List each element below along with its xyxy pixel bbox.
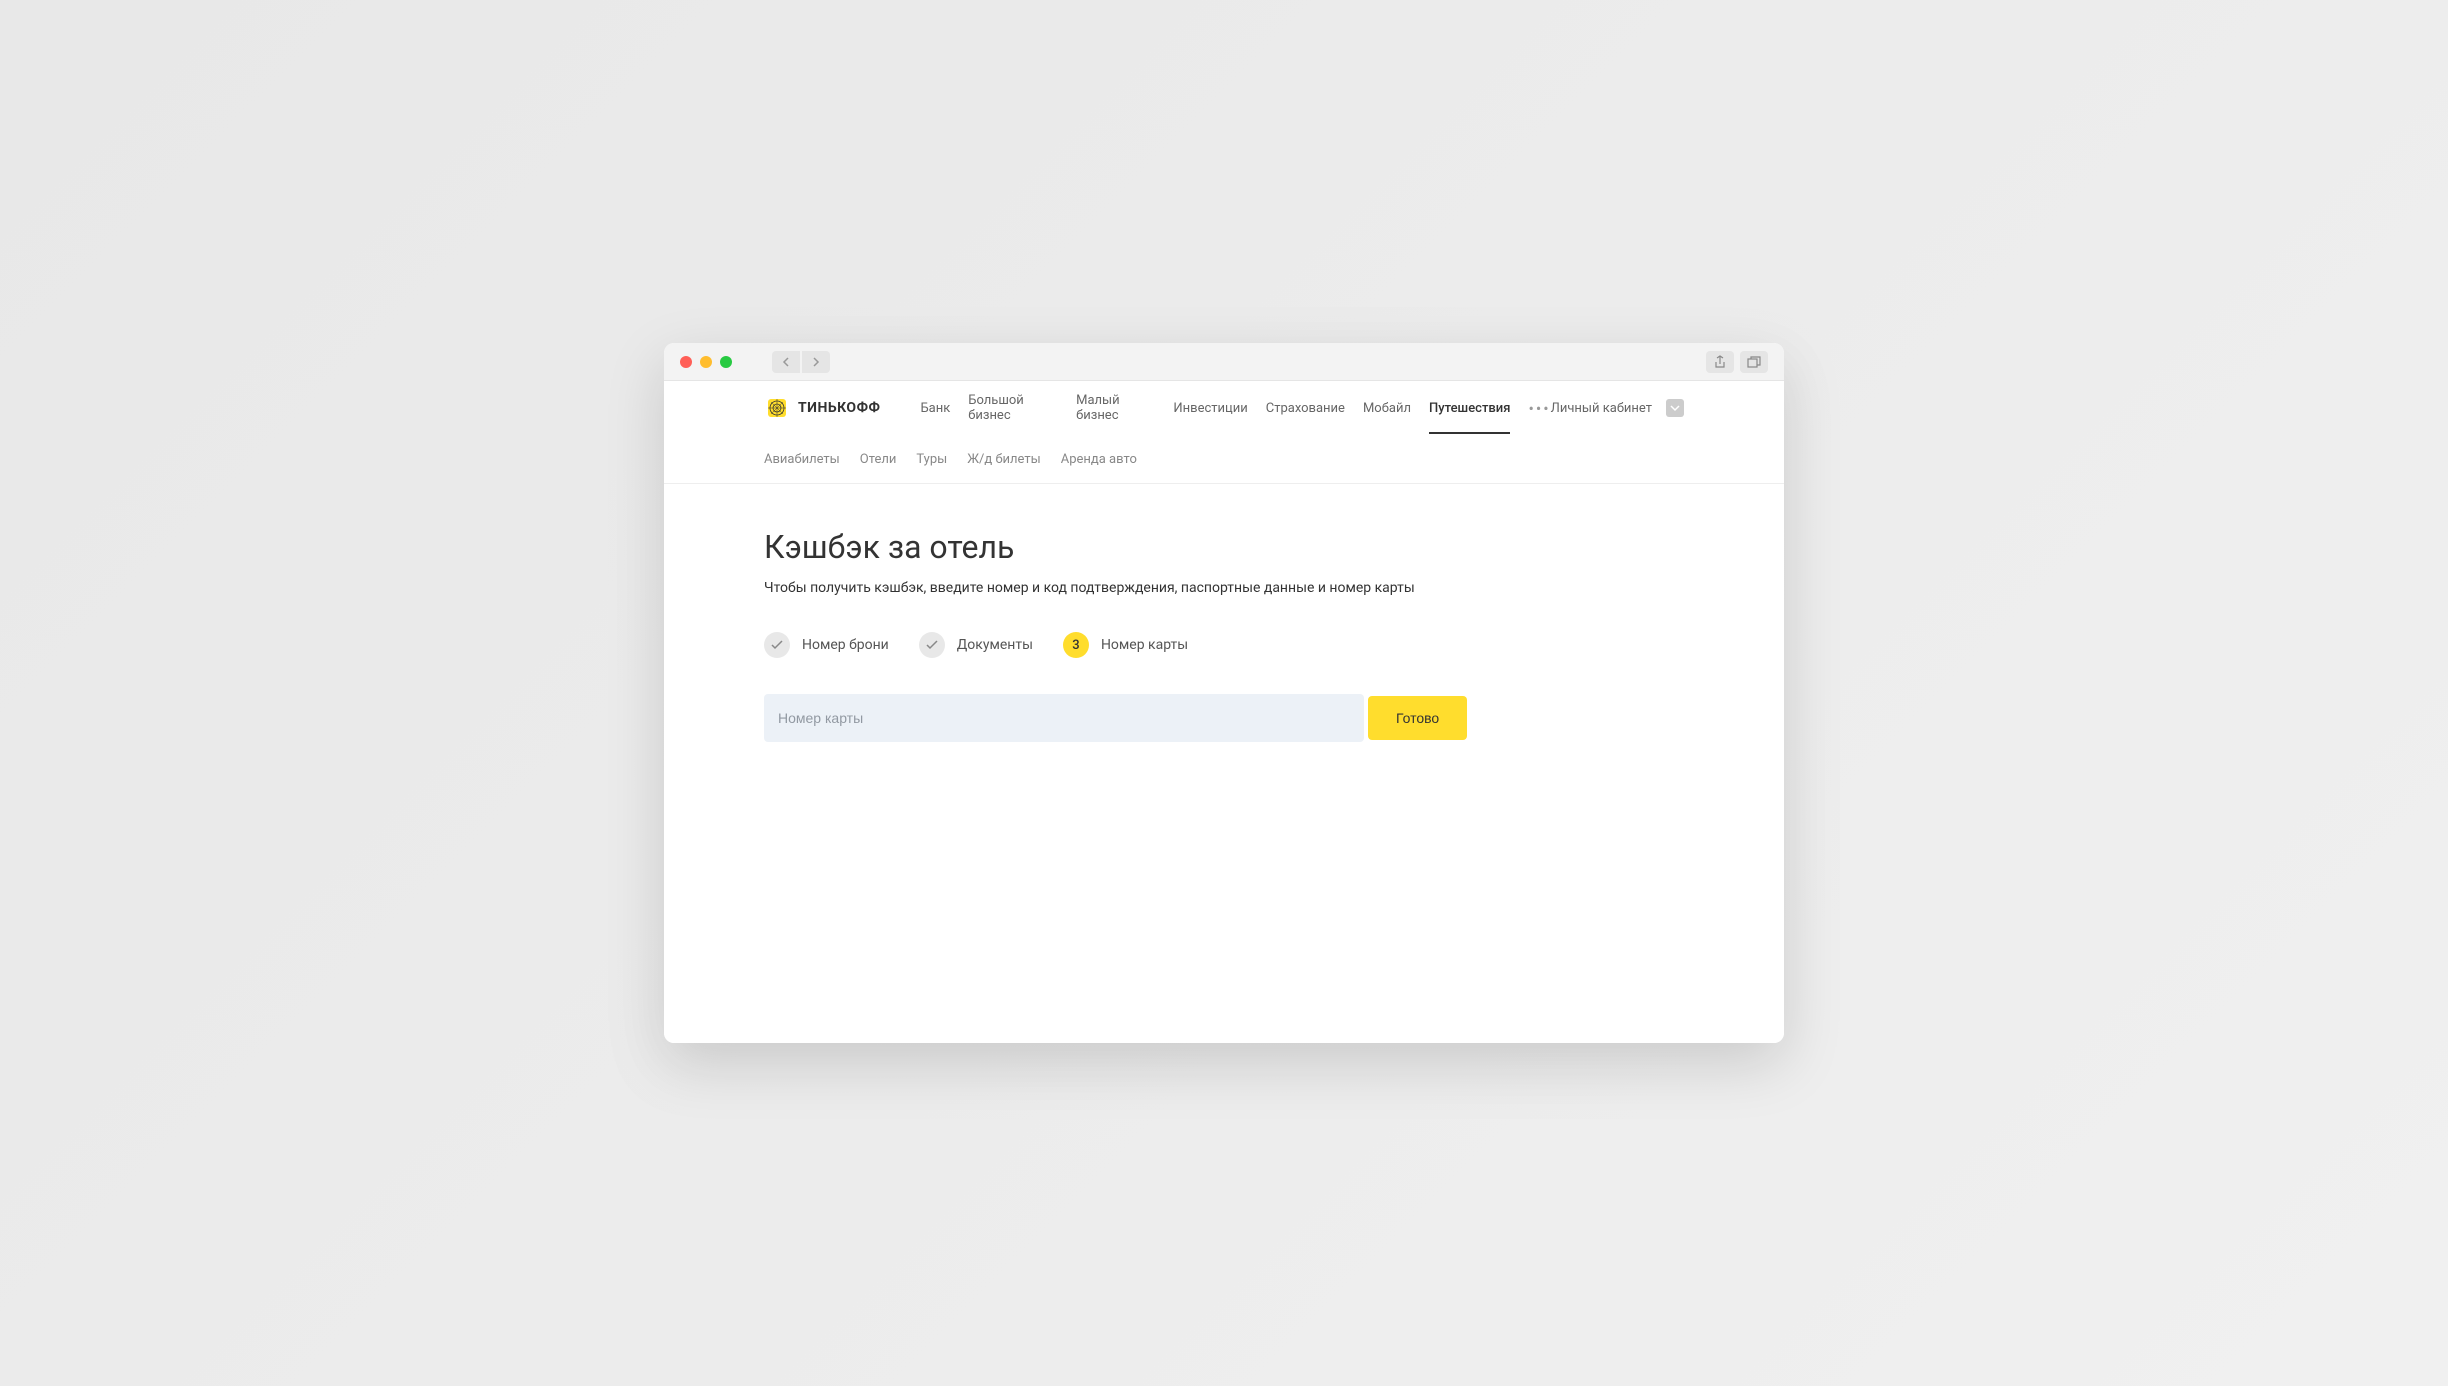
page-subtitle: Чтобы получить кэшбэк, введите номер и к… bbox=[764, 580, 1684, 596]
nav-item-big-business[interactable]: Большой бизнес bbox=[968, 381, 1058, 441]
nav-item-travel[interactable]: Путешествия bbox=[1429, 383, 1510, 434]
check-icon bbox=[926, 640, 938, 650]
sub-nav: Авиабилеты Отели Туры Ж/д билеты Аренда … bbox=[664, 435, 1784, 483]
step-1-label: Номер брони bbox=[802, 637, 889, 653]
logo-text: ТИНЬКОФФ bbox=[798, 400, 880, 416]
back-button[interactable] bbox=[772, 351, 800, 373]
step-1: Номер брони bbox=[764, 632, 889, 658]
nav-item-bank[interactable]: Банк bbox=[920, 383, 950, 434]
sub-nav-hotels[interactable]: Отели bbox=[860, 452, 897, 467]
account-link[interactable]: Личный кабинет bbox=[1551, 401, 1652, 416]
maximize-window-icon[interactable] bbox=[720, 356, 732, 368]
close-window-icon[interactable] bbox=[680, 356, 692, 368]
tabs-button[interactable] bbox=[1740, 351, 1768, 373]
main-nav: Банк Большой бизнес Малый бизнес Инвести… bbox=[920, 381, 1550, 441]
step-3: 3 Номер карты bbox=[1063, 632, 1188, 658]
tabs-icon bbox=[1747, 356, 1761, 368]
step-3-circle: 3 bbox=[1063, 632, 1089, 658]
share-icon bbox=[1714, 355, 1726, 369]
check-icon bbox=[771, 640, 783, 650]
sub-nav-flights[interactable]: Авиабилеты bbox=[764, 452, 840, 467]
header-right: Личный кабинет bbox=[1551, 399, 1684, 417]
submit-button[interactable]: Готово bbox=[1368, 696, 1467, 740]
logo[interactable]: ТИНЬКОФФ bbox=[764, 395, 880, 421]
nav-item-insurance[interactable]: Страхование bbox=[1266, 383, 1345, 434]
step-2-label: Документы bbox=[957, 637, 1033, 653]
browser-nav-arrows bbox=[772, 351, 830, 373]
nav-item-investments[interactable]: Инвестиции bbox=[1173, 383, 1247, 434]
traffic-lights bbox=[680, 356, 732, 368]
browser-chrome bbox=[664, 343, 1784, 381]
minimize-window-icon[interactable] bbox=[700, 356, 712, 368]
browser-chrome-right bbox=[1706, 351, 1768, 373]
chevron-down-icon bbox=[1670, 404, 1680, 412]
header-main: ТИНЬКОФФ Банк Большой бизнес Малый бизне… bbox=[664, 381, 1784, 435]
content-area: ТИНЬКОФФ Банк Большой бизнес Малый бизне… bbox=[664, 381, 1784, 1043]
page-title: Кэшбэк за отель bbox=[764, 528, 1684, 566]
step-2: Документы bbox=[919, 632, 1033, 658]
notification-button[interactable] bbox=[1666, 399, 1684, 417]
forward-button[interactable] bbox=[802, 351, 830, 373]
nav-more-icon[interactable]: ••• bbox=[1528, 399, 1550, 418]
sub-nav-trains[interactable]: Ж/д билеты bbox=[967, 452, 1041, 467]
site-header: ТИНЬКОФФ Банк Большой бизнес Малый бизне… bbox=[664, 381, 1784, 484]
card-number-input[interactable] bbox=[764, 694, 1364, 742]
step-2-circle bbox=[919, 632, 945, 658]
logo-icon bbox=[764, 395, 790, 421]
browser-window: ТИНЬКОФФ Банк Большой бизнес Малый бизне… bbox=[664, 343, 1784, 1043]
stepper: Номер брони Документы 3 Номер карты bbox=[764, 632, 1684, 658]
nav-item-mobile[interactable]: Мобайл bbox=[1363, 383, 1411, 434]
chevron-right-icon bbox=[812, 357, 820, 367]
page-content: Кэшбэк за отель Чтобы получить кэшбэк, в… bbox=[664, 484, 1784, 814]
step-3-label: Номер карты bbox=[1101, 637, 1188, 653]
share-button[interactable] bbox=[1706, 351, 1734, 373]
chevron-left-icon bbox=[782, 357, 790, 367]
step-1-circle bbox=[764, 632, 790, 658]
nav-item-small-business[interactable]: Малый бизнес bbox=[1076, 381, 1155, 441]
sub-nav-car-rental[interactable]: Аренда авто bbox=[1061, 452, 1137, 467]
sub-nav-tours[interactable]: Туры bbox=[916, 452, 947, 467]
